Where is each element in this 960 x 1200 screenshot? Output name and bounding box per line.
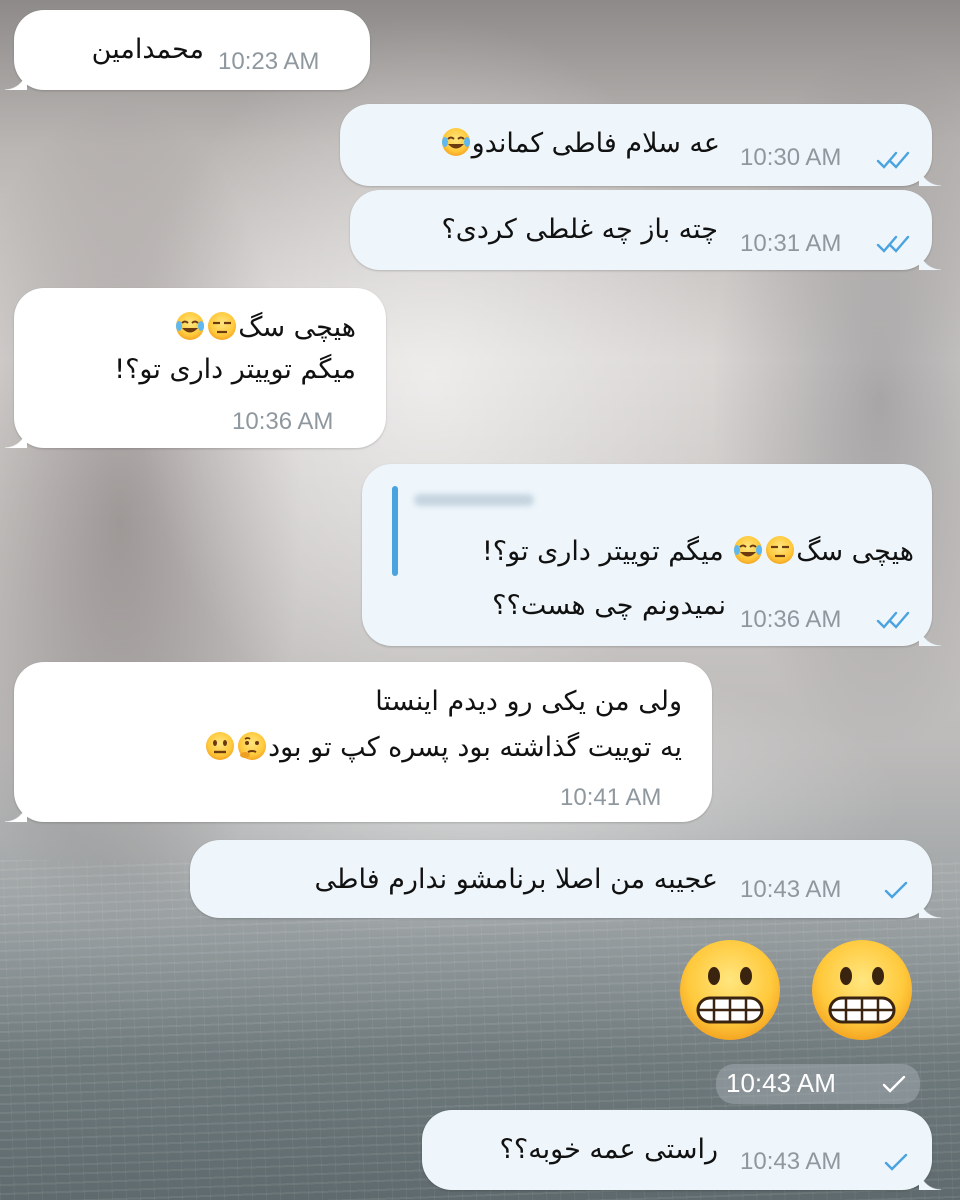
message-text-part: یه توییت گذاشته بود پسره کپ تو بود	[268, 732, 682, 763]
message-bubble-outgoing[interactable]: راستی عمه خوبه؟؟ 10:43 AM	[422, 1110, 941, 1190]
message-text: محمدامین	[91, 34, 204, 65]
message-time: 10:43 AM	[740, 1148, 842, 1175]
grimacing-face-icon[interactable]	[678, 938, 782, 1042]
message-text: عجیبه من اصلا برنامشو ندارم فاطی	[314, 864, 719, 895]
message-text: هیچی سگ	[174, 308, 356, 348]
tears-of-joy-emoji	[734, 536, 763, 564]
message-time: 10:43 AM	[726, 1068, 836, 1098]
thinking-face-emoji	[238, 732, 267, 760]
message-text-part: هیچی سگ	[238, 312, 356, 343]
unamused-emoji	[766, 536, 795, 564]
reply-quote-bar	[392, 486, 398, 576]
message-time: 10:43 AM	[740, 876, 842, 903]
message-text-part: میگم توییتر داری تو؟!	[481, 536, 733, 567]
message-text-part: عه سلام فاطی کماندو	[471, 128, 720, 159]
message-time: 10:31 AM	[740, 230, 842, 257]
message-text: میگم توییتر داری تو؟!	[114, 354, 356, 385]
reply-quote-text: هیچی سگ میگم توییتر داری تو؟!	[482, 532, 914, 572]
double-check-icon	[876, 611, 910, 629]
grimacing-face-icon[interactable]	[810, 938, 914, 1042]
message-time: 10:30 AM	[740, 144, 842, 171]
message-bubble-incoming[interactable]: هیچی سگ میگم توییتر داری تو؟! 10:36 AM	[5, 288, 386, 448]
message-bubble-outgoing[interactable]: چته باز چه غلطی کردی؟ 10:31 AM	[350, 190, 941, 270]
message-text: ولی من یکی رو دیدم اینستا	[375, 686, 682, 717]
single-check-icon	[882, 1075, 906, 1093]
message-text: یه توییت گذاشته بود پسره کپ تو بود	[204, 728, 682, 768]
double-check-icon	[876, 151, 910, 169]
message-time: 10:41 AM	[560, 784, 662, 811]
tears-of-joy-emoji	[176, 312, 205, 340]
message-time: 10:36 AM	[232, 408, 334, 435]
message-text: راستی عمه خوبه؟؟	[499, 1134, 718, 1165]
message-text: چته باز چه غلطی کردی؟	[441, 214, 718, 245]
message-time: 10:36 AM	[740, 606, 842, 633]
message-bubble-outgoing[interactable]: عجیبه من اصلا برنامشو ندارم فاطی 10:43 A…	[190, 840, 941, 918]
message-text-part: هیچی سگ	[796, 536, 914, 567]
unamused-emoji	[208, 312, 237, 340]
message-time: 10:23 AM	[218, 48, 320, 75]
single-check-icon	[884, 1153, 908, 1171]
message-bubble-incoming[interactable]: محمدامین 10:23 AM	[5, 10, 370, 90]
message-text: عه سلام فاطی کماندو	[440, 124, 720, 164]
message-text: نمیدونم چی هست؟؟	[492, 590, 726, 621]
message-bubble-incoming[interactable]: ولی من یکی رو دیدم اینستا یه توییت گذاشت…	[5, 662, 712, 822]
tears-of-joy-emoji	[441, 128, 470, 156]
double-check-icon	[876, 235, 910, 253]
message-bubble-outgoing[interactable]: هیچی سگ میگم توییتر داری تو؟! نمیدونم چی…	[362, 464, 941, 646]
reply-quote-author	[414, 494, 534, 506]
single-check-icon	[884, 881, 908, 899]
neutral-face-emoji	[206, 732, 235, 760]
message-bubble-outgoing[interactable]: عه سلام فاطی کماندو 10:30 AM	[340, 104, 941, 186]
